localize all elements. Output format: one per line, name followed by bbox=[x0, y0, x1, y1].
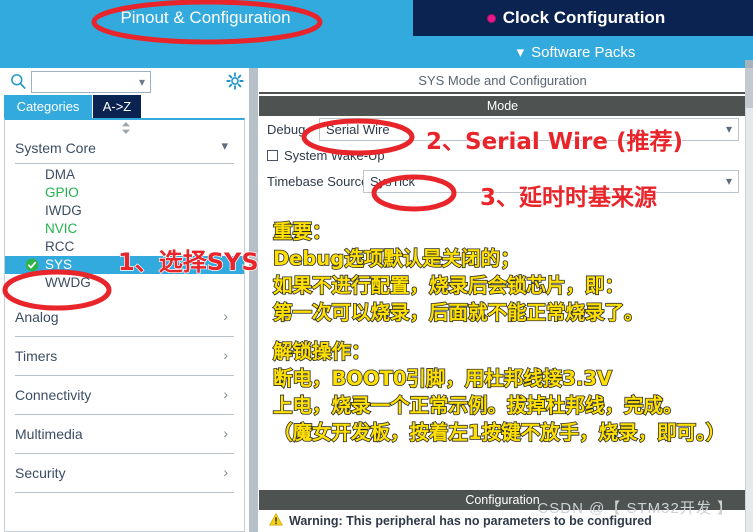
watermark: CSDN @【 STM32开发 】 bbox=[537, 500, 733, 517]
app-root: Pinout & Configuration Clock Configurati… bbox=[0, 0, 753, 532]
mode-section-label: Mode bbox=[486, 99, 519, 113]
category-label: Security bbox=[15, 465, 66, 481]
scroll-updown-icon[interactable] bbox=[118, 120, 134, 136]
debug-value: Serial Wire bbox=[326, 122, 390, 137]
chevron-right-icon: › bbox=[223, 464, 228, 480]
panel-splitter[interactable] bbox=[249, 68, 258, 532]
sidebar-item-multimedia[interactable]: Multimedia › bbox=[15, 415, 234, 454]
peripheral-item-nvic[interactable]: NVIC bbox=[5, 220, 244, 238]
peripheral-label: SYS bbox=[45, 257, 73, 272]
software-packs-label: Software Packs bbox=[531, 43, 636, 61]
peripheral-label: DMA bbox=[45, 167, 75, 182]
instruction-notes: 重要： Debug选项默认是关闭的； 如果不进行配置，烧录后会锁芯片，即： 第一… bbox=[272, 218, 743, 446]
clock-status-dot-icon bbox=[486, 13, 496, 23]
checkbox-icon bbox=[267, 150, 278, 161]
chevron-right-icon: › bbox=[223, 347, 228, 363]
sidebar-item-security[interactable]: Security › bbox=[15, 454, 234, 493]
peripheral-label: WWDG bbox=[45, 275, 91, 290]
gear-icon[interactable] bbox=[226, 72, 244, 90]
tab-a-to-z[interactable]: A->Z bbox=[93, 95, 141, 118]
note-line: 如果不进行配置，烧录后会锁芯片，即： bbox=[272, 273, 625, 298]
vertical-scrollbar-thumb[interactable] bbox=[745, 68, 753, 108]
peripheral-label: NVIC bbox=[45, 221, 78, 236]
vertical-scrollbar-track[interactable] bbox=[745, 68, 753, 532]
tab-pinout-configuration[interactable]: Pinout & Configuration bbox=[0, 0, 411, 36]
category-label: Analog bbox=[15, 309, 59, 325]
peripheral-item-iwdg[interactable]: IWDG bbox=[5, 202, 244, 220]
tab-categories[interactable]: Categories bbox=[4, 95, 92, 118]
scrollbar-cap bbox=[745, 60, 753, 68]
note-line: 上电，烧录一个正常示例。拔掉杜邦线，完成。 bbox=[272, 393, 683, 418]
search-icon[interactable] bbox=[10, 73, 27, 90]
chevron-right-icon: › bbox=[223, 425, 228, 441]
chevron-down-icon: ▾ bbox=[138, 75, 145, 89]
group-system-core[interactable]: System Core ▾ bbox=[15, 132, 234, 164]
annotation-step-3: 3、延时时基来源 bbox=[479, 184, 658, 211]
peripheral-tree: System Core ▾ DMA GPIO IWDG NVIC RCC SYS… bbox=[4, 118, 245, 532]
category-label: Multimedia bbox=[15, 426, 83, 442]
note-spacer bbox=[273, 326, 743, 338]
sidebar-panel: ▾ Categories A->Z System Core ▾ DMA GPIO… bbox=[0, 68, 249, 532]
search-input[interactable]: ▾ bbox=[31, 71, 151, 93]
mode-section-header: Mode bbox=[259, 96, 746, 116]
peripheral-label: GPIO bbox=[45, 185, 79, 200]
annotation-step-1: 1、选择SYS bbox=[117, 247, 259, 276]
note-line: Debug选项默认是关闭的； bbox=[272, 246, 520, 271]
timebase-label: Timebase Source bbox=[267, 174, 369, 189]
group-system-core-label: System Core bbox=[15, 139, 96, 156]
tab-clock-configuration[interactable]: Clock Configuration bbox=[413, 0, 753, 36]
tab-clock-label: Clock Configuration bbox=[502, 8, 666, 27]
peripheral-label: IWDG bbox=[45, 203, 82, 218]
peripheral-item-dma[interactable]: DMA bbox=[5, 166, 244, 184]
chevron-right-icon: › bbox=[223, 308, 228, 324]
sidebar-search-row: ▾ bbox=[0, 68, 249, 95]
page-title: SYS Mode and Configuration bbox=[259, 68, 746, 94]
tab-categories-label: Categories bbox=[16, 99, 80, 114]
sidebar-item-analog[interactable]: Analog › bbox=[15, 298, 234, 337]
category-list: Analog › Timers › Connectivity › Multime… bbox=[5, 298, 244, 493]
category-label: Connectivity bbox=[15, 387, 92, 403]
sidebar-tabs: Categories A->Z bbox=[0, 95, 249, 118]
tab-a-to-z-label: A->Z bbox=[102, 99, 132, 114]
annotation-step-2: 2、Serial Wire (推荐) bbox=[425, 128, 684, 155]
system-wakeup-checkbox[interactable]: System Wake-Up bbox=[267, 148, 385, 163]
chevron-down-icon: ▾ bbox=[516, 43, 525, 61]
chevron-down-icon: ▾ bbox=[725, 122, 732, 136]
chevron-down-icon: ▾ bbox=[725, 174, 732, 188]
note-line: 解锁操作： bbox=[272, 339, 371, 364]
peripheral-label: RCC bbox=[45, 239, 75, 254]
top-header-bar: Pinout & Configuration Clock Configurati… bbox=[0, 0, 753, 68]
debug-label: Debug bbox=[267, 122, 306, 137]
page-title-label: SYS Mode and Configuration bbox=[418, 72, 587, 88]
chevron-down-icon[interactable]: ▾ bbox=[221, 138, 228, 154]
category-label: Timers bbox=[15, 348, 58, 364]
software-packs-menu[interactable]: ▾ Software Packs bbox=[413, 38, 753, 66]
tab-pinout-label: Pinout & Configuration bbox=[120, 8, 291, 27]
note-line: 断电，BOOT0引脚，用杜邦线接3.3V bbox=[272, 366, 613, 391]
system-wakeup-label: System Wake-Up bbox=[284, 148, 385, 163]
note-line: 第一次可以烧录，后面就不能正常烧录了。 bbox=[272, 300, 644, 325]
timebase-value: SysTick bbox=[370, 174, 416, 189]
chevron-right-icon: › bbox=[223, 386, 228, 402]
check-circle-icon bbox=[25, 258, 39, 272]
note-line: 重要： bbox=[272, 219, 332, 244]
note-line: （魔女开发板，按着左1按键不放手，烧录，即可。） bbox=[272, 420, 726, 445]
sidebar-item-timers[interactable]: Timers › bbox=[15, 337, 234, 376]
peripheral-item-gpio[interactable]: GPIO bbox=[5, 184, 244, 202]
sidebar-item-connectivity[interactable]: Connectivity › bbox=[15, 376, 234, 415]
